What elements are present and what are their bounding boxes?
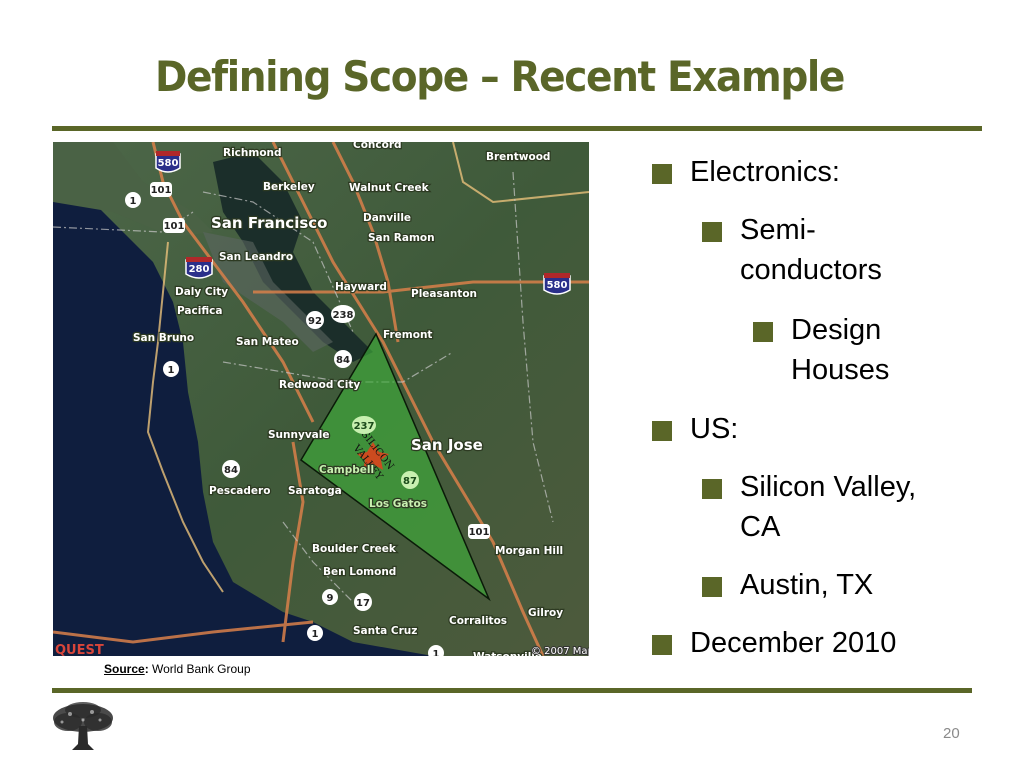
svg-text:280: 280 <box>189 264 210 275</box>
bay-area-map: SILICON VALLEY Richmond Concord Brentwoo… <box>53 142 589 656</box>
shield-238: 238 <box>331 305 355 323</box>
shield-84-south: 84 <box>222 460 240 478</box>
svg-text:84: 84 <box>336 355 350 366</box>
city-san-francisco: San Francisco <box>211 214 327 232</box>
shield-1-north: 1 <box>125 192 141 208</box>
map-graphic: SILICON VALLEY Richmond Concord Brentwoo… <box>53 142 589 656</box>
svg-text:580: 580 <box>547 280 568 291</box>
bullet-square-icon <box>652 164 672 184</box>
bullet-square-icon <box>702 479 722 499</box>
city-redwood-city: Redwood City <box>279 379 360 391</box>
city-pleasanton: Pleasanton <box>411 288 477 300</box>
city-los-gatos: Los Gatos <box>369 498 427 510</box>
city-concord: Concord <box>353 142 402 151</box>
city-san-leandro: San Leandro <box>219 251 293 263</box>
city-richmond: Richmond <box>223 147 282 159</box>
map-copyright: © 2007 Map <box>531 646 589 656</box>
shield-101-north: 101 <box>150 182 172 197</box>
city-san-jose: San Jose <box>411 436 483 454</box>
svg-text:101: 101 <box>469 527 490 538</box>
city-boulder-creek: Boulder Creek <box>312 543 397 555</box>
svg-text:580: 580 <box>158 158 179 169</box>
svg-text:101: 101 <box>151 185 172 196</box>
city-morgan-hill: Morgan Hill <box>495 545 563 557</box>
svg-text:237: 237 <box>354 421 375 432</box>
city-gilroy: Gilroy <box>528 607 563 619</box>
svg-text:1: 1 <box>312 629 319 640</box>
city-pacifica: Pacifica <box>177 305 222 317</box>
slide-title: Defining Scope – Recent Example <box>155 52 845 101</box>
city-walnut-creek: Walnut Creek <box>349 182 430 194</box>
title-divider <box>52 126 982 131</box>
city-santa-cruz: Santa Cruz <box>353 625 417 637</box>
shield-17: 17 <box>354 593 372 611</box>
city-danville: Danville <box>363 212 411 224</box>
interstate-shield-580-west: 580 <box>155 151 181 173</box>
svg-text:17: 17 <box>356 598 370 609</box>
source-label: Source <box>104 662 145 676</box>
source-caption: Source: World Bank Group <box>104 662 251 676</box>
source-value: World Bank Group <box>148 662 251 676</box>
city-san-mateo: San Mateo <box>236 336 299 348</box>
bullet-square-icon <box>652 421 672 441</box>
svg-text:92: 92 <box>308 316 322 327</box>
svg-text:9: 9 <box>327 593 334 604</box>
svg-text:84: 84 <box>224 465 238 476</box>
city-daly-city: Daly City <box>175 286 228 298</box>
shield-1-south: 1 <box>307 625 323 641</box>
svg-text:1: 1 <box>168 365 175 376</box>
shield-92: 92 <box>306 311 324 329</box>
shield-237: 237 <box>352 416 376 434</box>
svg-text:87: 87 <box>403 476 417 487</box>
footer-divider <box>52 688 972 693</box>
bullet-square-icon <box>652 635 672 655</box>
shield-1-mid: 1 <box>163 361 179 377</box>
city-brentwood: Brentwood <box>486 151 550 163</box>
city-san-ramon: San Ramon <box>368 232 435 244</box>
page-number: 20 <box>943 725 960 742</box>
city-ben-lomond: Ben Lomond <box>323 566 396 578</box>
bullet-square-icon <box>753 322 773 342</box>
city-pescadero: Pescadero <box>209 485 270 497</box>
svg-text:1: 1 <box>130 196 137 207</box>
city-campbell: Campbell <box>319 464 374 476</box>
tree-logo-icon <box>48 700 118 756</box>
city-corralitos: Corralitos <box>449 615 507 627</box>
svg-text:238: 238 <box>333 310 354 321</box>
interstate-shield-580-east: 580 <box>543 273 571 295</box>
city-berkeley: Berkeley <box>263 181 315 193</box>
svg-text:1: 1 <box>433 649 440 656</box>
bullet-square-icon <box>702 577 722 597</box>
shield-9: 9 <box>322 589 338 605</box>
shield-87: 87 <box>401 471 419 489</box>
city-san-bruno: San Bruno <box>133 332 194 344</box>
city-sunnyvale: Sunnyvale <box>268 429 329 441</box>
svg-text:101: 101 <box>164 221 185 232</box>
city-saratoga: Saratoga <box>288 485 342 497</box>
bullet-square-icon <box>702 222 722 242</box>
city-fremont: Fremont <box>383 329 432 341</box>
shield-101-sf: 101 <box>163 218 185 233</box>
map-provider-logo: QUEST <box>55 643 104 656</box>
city-hayward: Hayward <box>335 281 387 293</box>
shield-84-north: 84 <box>334 350 352 368</box>
interstate-shield-280: 280 <box>185 257 213 279</box>
shield-101-south: 101 <box>468 524 490 539</box>
